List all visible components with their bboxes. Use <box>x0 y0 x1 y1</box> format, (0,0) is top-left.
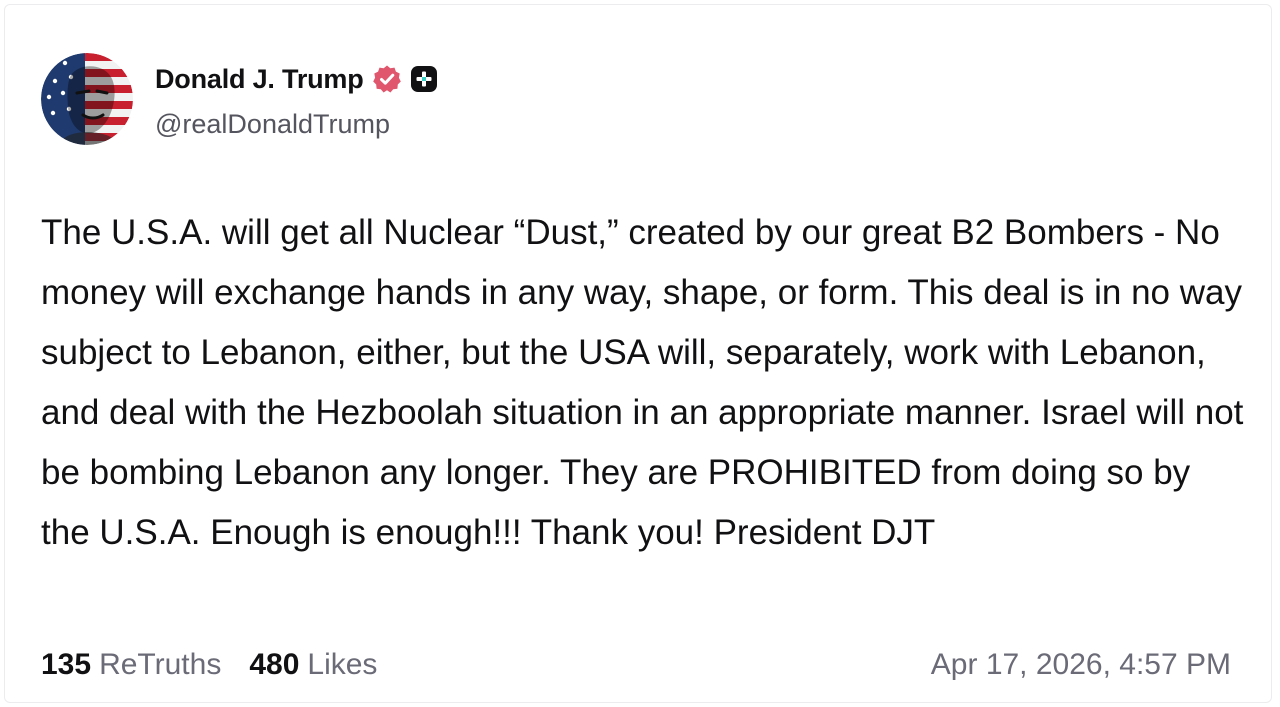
truth-plus-icon <box>410 66 437 92</box>
post-text: The U.S.A. will get all Nuclear “Dust,” … <box>41 213 1244 552</box>
post-timestamp[interactable]: Apr 17, 2026, 4:57 PM <box>931 648 1231 682</box>
author-handle[interactable]: @realDonaldTrump <box>155 109 390 140</box>
verified-badge-icon <box>372 65 401 93</box>
avatar-american-flag-portrait-icon <box>41 53 133 145</box>
likes-label: Likes <box>307 648 378 681</box>
author-name-row: Donald J. Trump <box>155 61 438 97</box>
retruths-count: 135 <box>41 648 92 681</box>
retruths-stat[interactable]: 135 ReTruths <box>41 648 221 682</box>
post-stats: 135 ReTruths 480 Likes <box>41 648 377 682</box>
post-card: Donald J. Trump @realDonaldTrump The U.S… <box>4 4 1272 703</box>
post-footer: 135 ReTruths 480 Likes Apr 17, 2026, 4:5… <box>41 645 1231 685</box>
retruths-label: ReTruths <box>99 648 222 681</box>
likes-count: 480 <box>249 648 300 681</box>
avatar[interactable] <box>41 53 133 145</box>
author-display-name[interactable]: Donald J. Trump <box>155 64 364 95</box>
likes-stat[interactable]: 480 Likes <box>249 648 377 682</box>
